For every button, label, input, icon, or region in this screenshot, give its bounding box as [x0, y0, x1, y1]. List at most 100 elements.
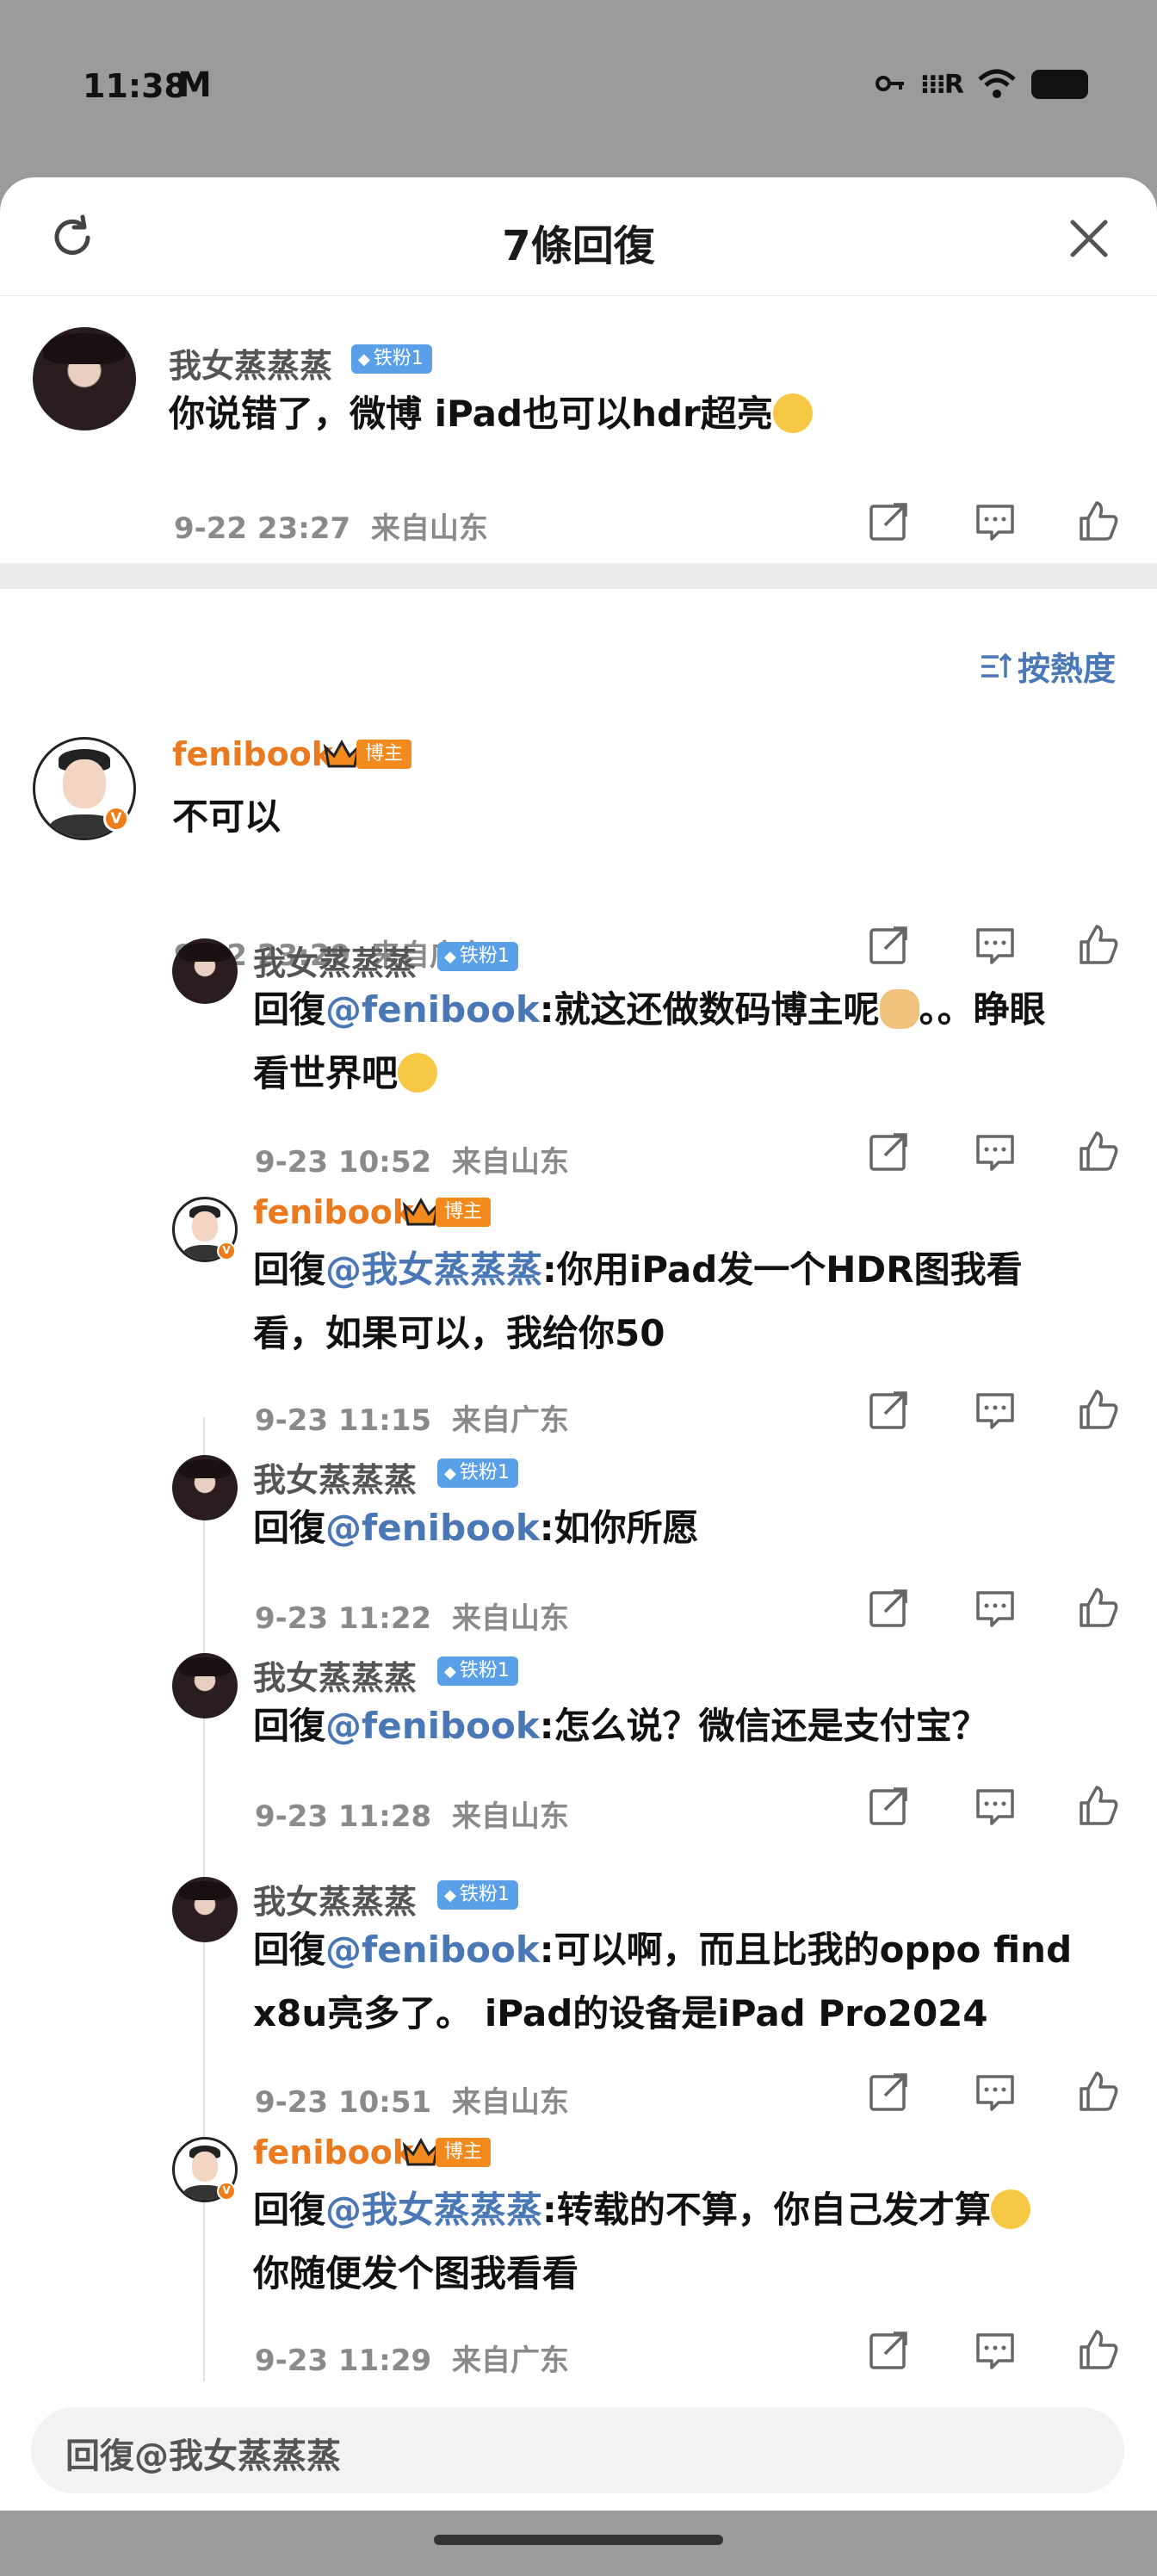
fan-badge: ◆ 铁粉1 — [437, 1656, 518, 1686]
comment-icon[interactable] — [973, 923, 1018, 968]
comment-author[interactable]: fenibook — [253, 2133, 414, 2171]
comment-icon[interactable] — [973, 499, 1018, 544]
comment-icon[interactable] — [973, 2070, 1018, 2115]
sort-label: 按熱度 — [1017, 650, 1116, 688]
avatar[interactable] — [172, 1877, 238, 1942]
comment-location: 来自广东 — [451, 2344, 569, 2378]
comment-actions — [866, 2328, 1150, 2376]
laugh-cry-emoji-icon — [772, 393, 813, 433]
reply-prefix: 回復 — [253, 2189, 326, 2231]
comment-time: 9-22 23:27 — [174, 511, 351, 546]
host-badge-label: 博主 — [436, 1198, 492, 1227]
comment-time: 9-23 10:52 — [255, 1145, 432, 1180]
avatar[interactable] — [172, 1653, 238, 1718]
host-badge: 博主 — [322, 739, 412, 770]
home-indicator[interactable] — [434, 2535, 723, 2545]
comment-text-body: :怎么说？微信还是支付宝？ — [539, 1705, 988, 1747]
fan-badge: ◆ 铁粉1 — [437, 1880, 518, 1910]
like-icon[interactable] — [1076, 1586, 1121, 1631]
diamond-icon: ◆ — [444, 948, 456, 966]
comment-author[interactable]: 我女蒸蒸蒸 — [253, 1875, 417, 1923]
close-icon[interactable] — [1066, 215, 1112, 262]
laugh-cry-emoji-icon — [990, 2189, 1030, 2229]
mention-link[interactable]: @我女蒸蒸蒸 — [325, 2189, 542, 2231]
comment-text-body: 你随便发个图我看看 — [253, 2252, 579, 2294]
share-icon[interactable] — [866, 499, 911, 544]
share-icon[interactable] — [866, 1784, 911, 1829]
like-icon[interactable] — [1076, 1388, 1121, 1433]
comment-text-body: x8u亮多了。 iPad的设备是iPad Pro2024 — [253, 1992, 988, 2034]
comment-location: 来自山东 — [451, 2085, 569, 2120]
comment-meta: 9-23 10:52 来自山东 — [255, 1138, 569, 1180]
comment-text: 回復@fenibook:可以啊，而且比我的oppo find x8u亮多了。 i… — [253, 1918, 1123, 2046]
reply-input[interactable]: 回復@我女蒸蒸蒸 — [31, 2407, 1124, 2493]
comment-icon[interactable] — [973, 1388, 1018, 1433]
status-bar: 11:38 M ⁝⁝⁝R — [0, 0, 1157, 172]
like-icon[interactable] — [1076, 923, 1121, 968]
fan-badge-label: 铁粉1 — [459, 1884, 510, 1905]
comment-location: 来自山东 — [370, 511, 488, 546]
comment-icon[interactable] — [973, 1784, 1018, 1829]
reply-prefix: 回復 — [253, 1929, 326, 1971]
comment-text: 不可以 — [172, 785, 281, 849]
comment-text-body: :你用iPad发一个HDR图我看 — [542, 1248, 1023, 1291]
comment-text-body: 看世界吧 — [253, 1052, 399, 1094]
comment-meta: 9-23 10:51 来自山东 — [255, 2078, 569, 2121]
like-icon[interactable] — [1076, 2070, 1121, 2115]
comment-author[interactable]: 我女蒸蒸蒸 — [253, 937, 417, 984]
laugh-cry-emoji-icon — [398, 1053, 438, 1093]
share-icon[interactable] — [866, 1586, 911, 1631]
root-comment: 我女蒸蒸蒸 ◆ 铁粉1 你说错了，微博 iPad也可以hdr超亮 9-22 23:… — [0, 296, 1157, 565]
mention-link[interactable]: @fenibook — [325, 1705, 540, 1747]
comment-actions — [866, 2070, 1150, 2118]
avatar[interactable] — [33, 327, 136, 430]
comment-meta: 9-22 23:27 来自山东 — [174, 505, 488, 547]
comment-actions — [866, 1130, 1150, 1178]
share-icon[interactable] — [866, 2070, 911, 2115]
sort-button[interactable]: 按熱度 — [980, 642, 1116, 690]
comment-author[interactable]: 我女蒸蒸蒸 — [169, 339, 332, 387]
reply-prefix: 回復 — [253, 1705, 326, 1747]
comment-text: 回復@fenibook:如你所愿 — [253, 1496, 1114, 1560]
reply-input-placeholder: 回復@我女蒸蒸蒸 — [65, 2437, 341, 2476]
share-icon[interactable] — [866, 923, 911, 968]
status-time: 11:38 — [83, 67, 187, 105]
comment-location: 来自山东 — [451, 1601, 569, 1636]
comment-icon[interactable] — [973, 2328, 1018, 2373]
comment-meta: 9-23 11:22 来自山东 — [255, 1595, 569, 1637]
mention-link[interactable]: @fenibook — [325, 988, 540, 1031]
comment-time: 9-23 10:51 — [255, 2085, 432, 2120]
mention-link[interactable]: @fenibook — [325, 1507, 540, 1549]
comment-author[interactable]: 我女蒸蒸蒸 — [253, 1453, 417, 1501]
like-icon[interactable] — [1076, 1784, 1121, 1829]
replies-sheet: 7條回復 我女蒸蒸蒸 ◆ 铁粉1 你说错了，微博 iPad也可以hdr超亮 9-2… — [0, 177, 1157, 2511]
comment-time: 9-23 11:29 — [255, 2344, 432, 2378]
share-icon[interactable] — [866, 1388, 911, 1433]
comment-author[interactable]: 我女蒸蒸蒸 — [253, 1651, 417, 1699]
fan-badge-label: 铁粉1 — [459, 1660, 510, 1681]
like-icon[interactable] — [1076, 499, 1121, 544]
fan-badge-label: 铁粉1 — [373, 348, 424, 369]
like-icon[interactable] — [1076, 1130, 1121, 1174]
comment-actions — [866, 1784, 1150, 1832]
verified-icon: V — [217, 1242, 236, 1260]
comment-author[interactable]: fenibook — [253, 1193, 414, 1231]
share-icon[interactable] — [866, 2328, 911, 2373]
comment-text: 回復@我女蒸蒸蒸:你用iPad发一个HDR图我看 看，如果可以，我给你50 — [253, 1238, 1114, 1365]
comment-meta: 9-23 11:28 来自山东 — [255, 1793, 569, 1835]
share-icon[interactable] — [866, 1130, 911, 1174]
avatar[interactable] — [172, 1455, 238, 1520]
mention-link[interactable]: @我女蒸蒸蒸 — [325, 1248, 542, 1291]
avatar[interactable] — [172, 938, 238, 1004]
diamond-icon: ◆ — [444, 1663, 456, 1681]
like-icon[interactable] — [1076, 2328, 1121, 2373]
mail-notification-icon: M — [177, 65, 212, 105]
comment-text: 回復@fenibook:就这还做数码博主呢 。。睁眼 看世界吧 — [253, 978, 1114, 1105]
comment-location: 来自山东 — [451, 1799, 569, 1834]
comment-icon[interactable] — [973, 1586, 1018, 1631]
comment-author[interactable]: fenibook — [172, 735, 333, 773]
comment-icon[interactable] — [973, 1130, 1018, 1174]
comment-actions — [866, 1388, 1150, 1436]
mention-link[interactable]: @fenibook — [325, 1929, 540, 1971]
comment-text-body: 你说错了，微博 iPad也可以hdr超亮 — [169, 393, 773, 435]
